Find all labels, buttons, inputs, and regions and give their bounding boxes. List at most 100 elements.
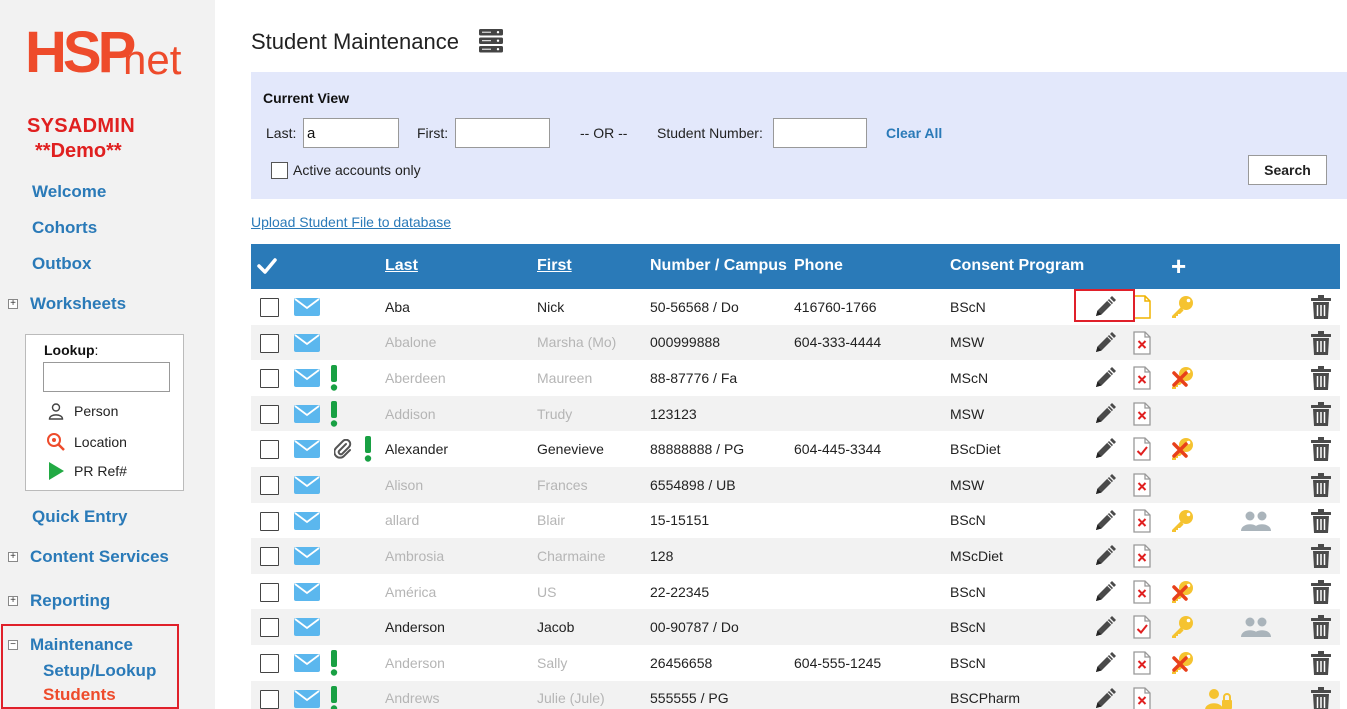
group-icon[interactable] (1240, 511, 1272, 531)
email-icon[interactable] (293, 653, 321, 673)
delete-trash-icon[interactable] (1310, 330, 1332, 355)
clear-all-link[interactable]: Clear All (886, 125, 942, 141)
row-checkbox[interactable] (260, 369, 279, 389)
consent-missing-icon[interactable] (1133, 473, 1151, 497)
nav-students[interactable]: Students (43, 685, 116, 705)
lookup-pr-ref[interactable]: PR Ref# (46, 461, 127, 481)
edit-pencil-icon[interactable] (1093, 651, 1117, 675)
consent-missing-icon[interactable] (1133, 330, 1151, 355)
email-icon[interactable] (293, 475, 321, 495)
consent-missing-icon[interactable] (1133, 651, 1151, 675)
row-checkbox[interactable] (260, 298, 279, 317)
email-icon[interactable] (293, 404, 321, 424)
edit-pencil-icon[interactable] (1093, 509, 1117, 533)
edit-pencil-icon[interactable] (1093, 366, 1117, 390)
edit-pencil-icon[interactable] (1093, 402, 1117, 426)
search-button[interactable]: Search (1248, 155, 1327, 185)
nav-outbox[interactable]: Outbox (32, 254, 92, 274)
email-icon[interactable] (293, 368, 321, 388)
expand-icon[interactable]: + (8, 596, 18, 606)
key-icon[interactable] (1169, 509, 1197, 533)
email-icon[interactable] (293, 333, 321, 353)
alert-icon[interactable] (329, 365, 339, 391)
row-checkbox[interactable] (260, 333, 279, 353)
alert-icon[interactable] (329, 649, 339, 676)
alert-icon[interactable] (363, 436, 373, 463)
row-checkbox[interactable] (260, 547, 279, 567)
row-checkbox[interactable] (260, 618, 279, 638)
lookup-location[interactable]: Location (46, 432, 127, 452)
consent-missing-icon[interactable] (1133, 366, 1151, 390)
edit-pencil-icon[interactable] (1093, 615, 1117, 639)
row-checkbox[interactable] (260, 475, 279, 495)
database-icon[interactable] (478, 28, 504, 59)
consent-missing-icon[interactable] (1133, 402, 1151, 426)
column-header-last[interactable]: Last (385, 257, 418, 275)
key-revoked-icon[interactable] (1169, 366, 1197, 390)
key-revoked-icon[interactable] (1169, 437, 1197, 461)
nav-group-worksheets[interactable]: + Worksheets (8, 294, 126, 314)
nav-welcome[interactable]: Welcome (32, 182, 106, 202)
key-icon[interactable] (1169, 295, 1197, 319)
last-name-input[interactable] (303, 118, 399, 148)
row-checkbox[interactable] (260, 404, 279, 424)
expand-icon[interactable]: + (8, 552, 18, 562)
row-checkbox[interactable] (260, 582, 279, 602)
row-checkbox[interactable] (260, 689, 279, 709)
edit-pencil-icon[interactable] (1093, 544, 1117, 568)
edit-pencil-icon[interactable] (1093, 580, 1117, 604)
active-accounts-checkbox[interactable] (271, 162, 288, 179)
first-name-input[interactable] (455, 118, 550, 148)
delete-trash-icon[interactable] (1310, 437, 1332, 462)
email-icon[interactable] (293, 689, 321, 709)
delete-trash-icon[interactable] (1310, 401, 1332, 426)
delete-trash-icon[interactable] (1310, 295, 1332, 319)
nav-group-content-services[interactable]: + Content Services (8, 547, 169, 567)
row-checkbox[interactable] (260, 440, 279, 460)
lookup-input[interactable] (43, 362, 170, 392)
delete-trash-icon[interactable] (1310, 472, 1332, 497)
delete-trash-icon[interactable] (1310, 686, 1332, 709)
user-lock-icon[interactable] (1205, 687, 1233, 709)
column-header-first[interactable]: First (537, 257, 572, 275)
add-student-icon[interactable]: + (1171, 251, 1186, 282)
edit-pencil-icon[interactable] (1093, 331, 1117, 355)
delete-trash-icon[interactable] (1310, 579, 1332, 604)
email-icon[interactable] (293, 617, 321, 637)
delete-trash-icon[interactable] (1310, 508, 1332, 533)
delete-trash-icon[interactable] (1310, 615, 1332, 640)
alert-icon[interactable] (329, 400, 339, 427)
email-icon[interactable] (293, 582, 321, 602)
lookup-person[interactable]: Person (46, 401, 118, 421)
nav-group-reporting[interactable]: + Reporting (8, 591, 110, 611)
attachment-icon[interactable] (333, 438, 353, 460)
key-revoked-icon[interactable] (1169, 580, 1197, 604)
nav-setup-lookup[interactable]: Setup/Lookup (43, 661, 156, 681)
key-revoked-icon[interactable] (1169, 651, 1197, 675)
nav-quick-entry[interactable]: Quick Entry (32, 507, 127, 527)
delete-trash-icon[interactable] (1310, 366, 1332, 391)
delete-trash-icon[interactable] (1310, 650, 1332, 675)
consent-document-icon[interactable] (1133, 295, 1151, 319)
edit-pencil-icon[interactable] (1093, 473, 1117, 497)
consent-missing-icon[interactable] (1133, 544, 1151, 568)
student-number-input[interactable] (773, 118, 867, 148)
edit-pencil-icon[interactable] (1093, 687, 1117, 709)
group-icon[interactable] (1240, 617, 1272, 638)
nav-cohorts[interactable]: Cohorts (32, 218, 97, 238)
edit-pencil-icon[interactable] (1093, 295, 1117, 319)
email-icon[interactable] (293, 546, 321, 566)
expand-icon[interactable]: + (8, 299, 18, 309)
edit-pencil-icon[interactable] (1093, 437, 1117, 461)
upload-student-file-link[interactable]: Upload Student File to database (251, 214, 451, 230)
consent-approved-icon[interactable] (1133, 615, 1151, 639)
consent-missing-icon[interactable] (1133, 508, 1151, 533)
key-icon[interactable] (1169, 615, 1197, 639)
nav-group-maintenance[interactable]: − Maintenance (8, 635, 133, 655)
collapse-icon[interactable]: − (8, 640, 18, 650)
consent-approved-icon[interactable] (1133, 437, 1151, 462)
delete-trash-icon[interactable] (1310, 544, 1332, 569)
consent-missing-icon[interactable] (1133, 580, 1151, 604)
email-icon[interactable] (293, 297, 321, 317)
email-icon[interactable] (293, 439, 321, 459)
